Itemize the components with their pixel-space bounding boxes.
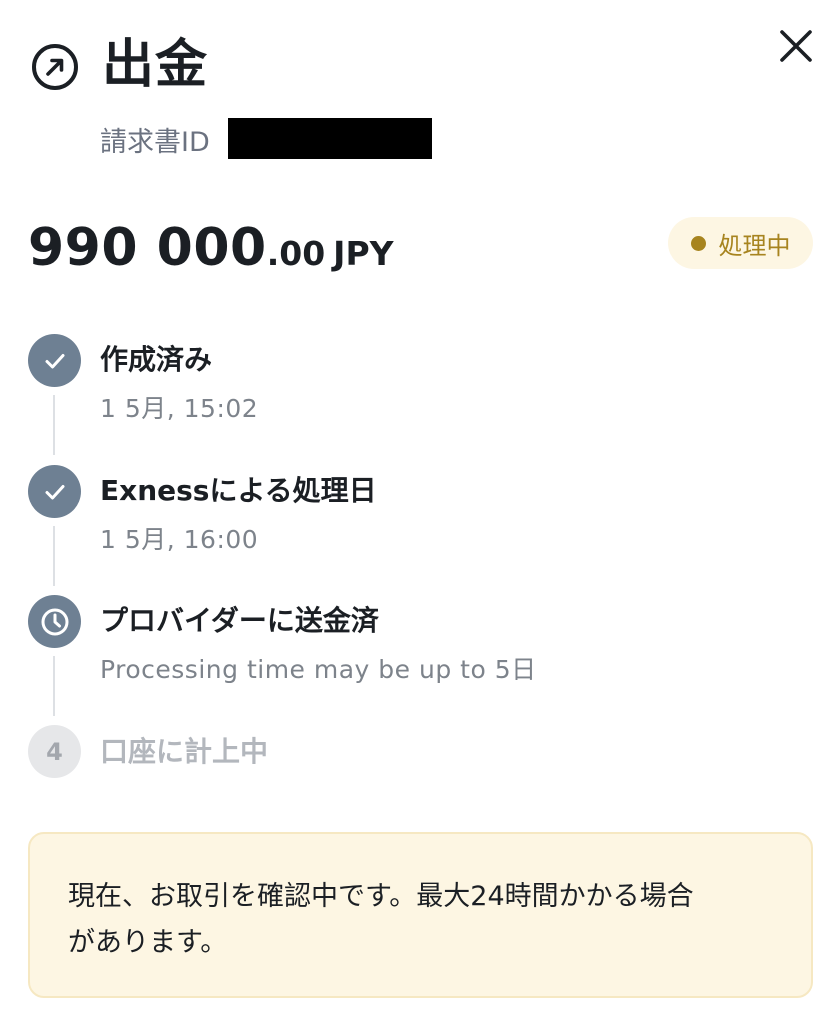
amount-currency: JPY <box>333 234 394 273</box>
invoice-id-value-redacted <box>228 118 432 159</box>
step-3-note: Processing time may be up to 5日 <box>100 655 537 684</box>
withdrawal-arrow-icon <box>32 44 78 90</box>
step-4-title: 口座に計上中 <box>100 735 269 768</box>
status-label: 処理中 <box>718 231 791 260</box>
step-1-timestamp: 1 5月, 15:02 <box>100 394 259 423</box>
close-icon <box>780 30 812 62</box>
timeline-connector <box>53 526 55 586</box>
notice-line-2: があります。 <box>68 927 228 958</box>
step-2-status <box>28 465 81 518</box>
check-icon <box>45 353 64 368</box>
step-1-title: 作成済み <box>100 343 213 376</box>
timeline-connector <box>53 656 55 716</box>
amount-fraction: .00 <box>266 234 326 273</box>
info-notice: 現在、お取引を確認中です。最大24時間かかる場合 があります。 <box>28 832 813 998</box>
withdrawal-amount: 990 000.00 JPY <box>28 218 394 290</box>
step-1-status <box>28 334 81 387</box>
check-icon <box>45 484 64 499</box>
page-title: 出金 <box>102 35 209 95</box>
step-2-timestamp: 1 5月, 16:00 <box>100 525 259 554</box>
clock-icon <box>41 608 68 635</box>
step-3-title: プロバイダーに送金済 <box>100 604 379 637</box>
notice-line-1: 現在、お取引を確認中です。最大24時間かかる場合 <box>68 881 694 912</box>
step-3-status <box>28 595 81 648</box>
amount-integer: 990 000 <box>28 218 267 278</box>
status-badge: 処理中 <box>668 217 813 269</box>
step-4-status: 4 <box>28 725 81 778</box>
status-dot-icon <box>690 235 706 251</box>
step-2-title: Exnessによる処理日 <box>100 474 377 507</box>
invoice-id-row: 請求書ID <box>100 118 432 160</box>
invoice-id-label: 請求書ID <box>100 126 210 158</box>
step-4-number: 4 <box>46 737 63 766</box>
timeline-connector <box>53 395 55 455</box>
close-button[interactable] <box>778 28 814 64</box>
